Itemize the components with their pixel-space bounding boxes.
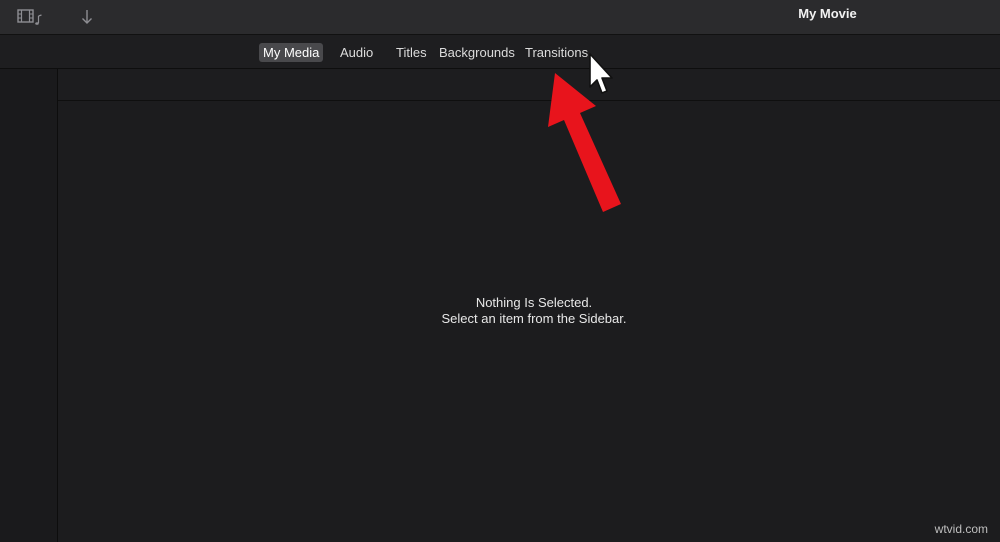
tab-transitions[interactable]: Transitions xyxy=(521,43,592,62)
title-bar: My Movie xyxy=(0,0,1000,35)
media-browser: Nothing Is Selected. Select an item from… xyxy=(58,69,1000,542)
browser-toolbar xyxy=(58,69,1000,101)
tab-titles[interactable]: Titles xyxy=(392,43,431,62)
film-music-icon[interactable] xyxy=(17,7,43,27)
library-sidebar[interactable] xyxy=(0,69,58,542)
tab-my-media[interactable]: My Media xyxy=(259,43,324,62)
tab-audio[interactable]: Audio xyxy=(336,43,377,62)
download-arrow-icon[interactable] xyxy=(74,7,100,27)
watermark: wtvid.com xyxy=(934,522,988,536)
browser-tabs: My Media Audio Titles Backgrounds Transi… xyxy=(0,35,1000,69)
empty-state-message: Nothing Is Selected. Select an item from… xyxy=(58,295,1000,327)
tab-backgrounds[interactable]: Backgrounds xyxy=(435,43,519,62)
empty-state-title: Nothing Is Selected. xyxy=(475,295,593,310)
imovie-window: My Movie My Media Audio Titles Backgroun… xyxy=(0,0,1000,542)
empty-state-subtitle: Select an item from the Sidebar. xyxy=(441,311,627,326)
window-title: My Movie xyxy=(798,6,857,21)
